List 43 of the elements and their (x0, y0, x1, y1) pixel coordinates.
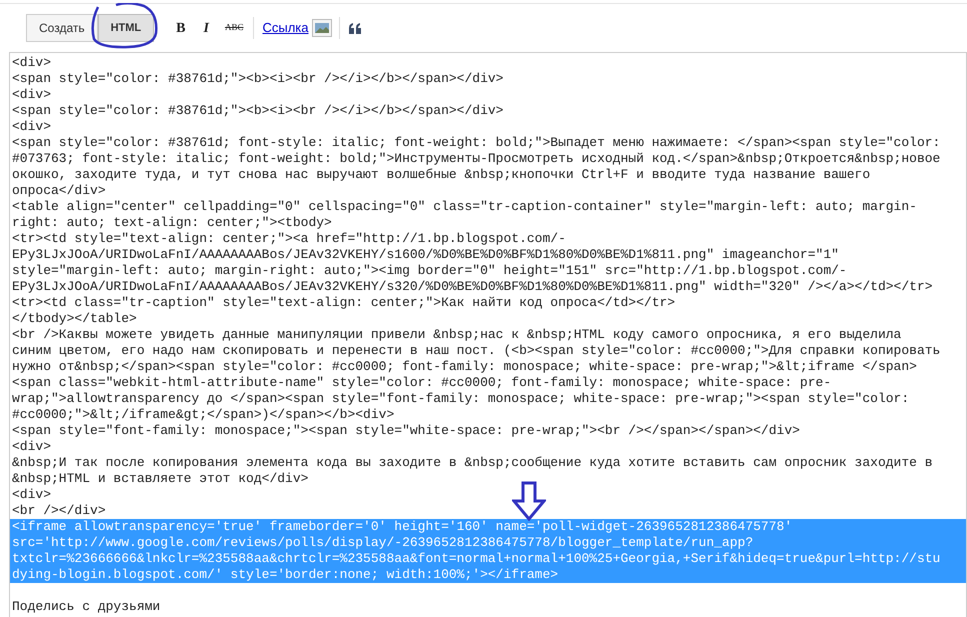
code-line: #073763; font-style: italic; font-weight: bold;">Инструменты-Просмотреть исходный код.</span>&nbsp;Откроется&nbsp;новое (11, 151, 942, 167)
code-line: <span style="font-family: monospace;"><span style="white-space: pre-wrap;"><br /></span></span></div> (11, 423, 801, 439)
code-line: <div> (11, 439, 52, 455)
italic-button[interactable]: I (200, 18, 213, 38)
code-line: <div> (11, 119, 52, 135)
code-line: Поделись с друзьями (11, 599, 162, 615)
code-line: <br />Каквы можете увидеть данные манипуляции привели &nbsp;нас к &nbsp;HTML коду самого опросника, я его выделила (11, 327, 902, 343)
down-arrow-icon (512, 481, 546, 521)
code-line: <div> (11, 487, 52, 503)
strikethrough-button[interactable]: ABC (222, 21, 246, 35)
code-line: <div> (11, 55, 52, 71)
code-line: #cc0000;">&lt;/iframe&gt;</span>)</span></b><div> (11, 407, 396, 423)
code-line: &nbsp;И так после копирования элемента кода вы заходите в &nbsp;сообщение куда хотите вставить сам опросник заходите в (11, 455, 934, 471)
code-line: wrap;">allowtransparency до </span><span style="font-family: monospace; white-space: pre-wrap;"><span style="color: (11, 391, 910, 407)
code-line: <tr><td class="tr-caption" style="text-align: center;">Как найти код опроса</td></tr> (11, 295, 676, 311)
link-button[interactable]: Ссылка (262, 18, 308, 38)
code-line: нужно от&nbsp;</span><span style="color: #cc0000; font-family: monospace; white-space: pre-wrap;">&lt;iframe </span> (11, 359, 918, 375)
image-icon[interactable] (312, 19, 332, 37)
mode-tab[interactable]: Создать (26, 14, 98, 42)
code-line: <span style="color: #38761d; font-style: italic; font-weight: bold;">Выпадет меню нажимаете: </span><span style="color: (11, 135, 942, 151)
code-line: <tr><td style="text-align: center;"><a href="http://1.bp.blogspot.com/- (11, 231, 567, 247)
code-line: right: auto; text-align: center;"><tbody> (11, 215, 333, 231)
code-line: style="margin-left: auto; margin-right: auto;"><img border="0" height="151" src="http://1.bp.blogspot.com/- (11, 263, 848, 279)
code-line: окошко, заходите туда, и тут снова нас выручают волшебные &nbsp;кнопочки Ctrl+F и вводите туда название вашего (11, 167, 872, 183)
code-line: <span style="color: #38761d;"><b><i><br /></i></b></span></div> (11, 71, 504, 87)
code-line: &nbsp;HTML и вставляете этот код</div> (11, 471, 310, 487)
quote-icon[interactable] (348, 22, 360, 34)
bold-button[interactable]: B (172, 18, 190, 38)
code-line: EPy3LJxJOoA/URIDwoLaFnI/AAAAAAAABos/JEAv32VKEHY/s1600/%D0%BE%D0%BF%D1%80%D0%BE%D1%811.png" imageanchor="1" (11, 247, 840, 263)
code-line: <span style="color: #38761d;"><b><i><br /></i></b></span></div> (11, 103, 504, 119)
code-line: <iframe allowtransparency='true' frameborder='0' height='160' name='poll-widget-2639652812386475778' (11, 519, 794, 535)
code-line: <span class="webkit-html-attribute-name" style="color: #cc0000; font-family: monospace; white-space: pre- (11, 375, 832, 391)
code-line: <br /></div> (11, 503, 107, 519)
code-line: опроса</div> (11, 183, 107, 199)
code-line: <table align="center" cellpadding="0" cellspacing="0" class="tr-caption-container" style="margin-left: auto; margin- (11, 199, 918, 215)
mode-tab[interactable]: HTML (98, 14, 154, 42)
code-line: txtclr=%23666666&lnkclr=%235588aa&chrtclr=%235588aa&font=normal+normal+100%25+Georgia,+Serif&hideq=true&purl=http://stu (11, 551, 942, 567)
code-line: </tbody></table> (11, 311, 138, 327)
code-line: src='http://www.google.com/reviews/polls/display/-2639652812386475778/blogger_template/run_app? (11, 535, 754, 551)
code-line: EPy3LJxJOoA/URIDwoLaFnI/AAAAAAAABos/JEAv32VKEHY/s320/%D0%BE%D0%BF%D1%80%D0%BE%D1%811.png" width="320" /></a></td></tr> (11, 279, 934, 295)
code-line: синим цветом, его надо нам скопировать и перенести в наш пост. (<b><span style="color: #cc0000;">Для справки копировать (11, 343, 942, 359)
code-line: dying-blogin.blogspot.com/' style='border:none; width:100%;'></iframe> (11, 567, 560, 583)
code-line: <div> (11, 87, 52, 103)
